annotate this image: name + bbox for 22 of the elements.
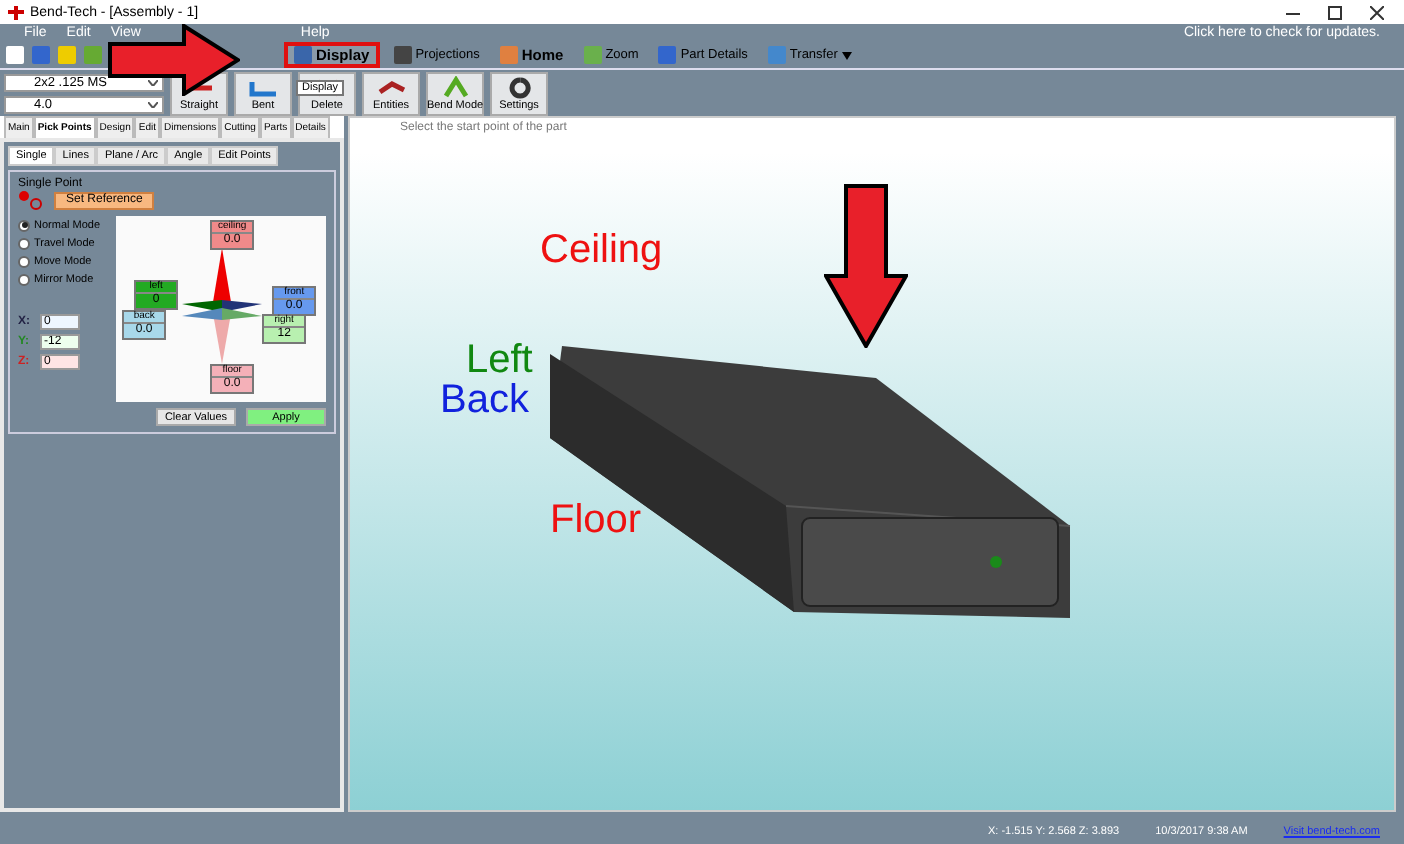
entities-icon	[375, 75, 407, 99]
app-logo-icon	[8, 5, 24, 19]
toolbar-icon	[767, 46, 786, 64]
caret-icon	[841, 51, 852, 59]
direction-label: Floor	[550, 498, 642, 544]
toolbar-icon	[583, 46, 602, 64]
right-arrow-icon	[108, 24, 240, 96]
points-icon	[18, 190, 42, 210]
toolbar-icon	[393, 46, 412, 64]
toolbar-icon	[294, 46, 312, 64]
direction-star-drawing	[182, 248, 263, 364]
bend-mode-icon	[439, 75, 471, 99]
direction-label: Left	[466, 338, 533, 383]
down-arrow-icon	[824, 184, 908, 348]
direction-label: Back	[440, 378, 529, 424]
close-button[interactable]	[1370, 5, 1384, 19]
toolbar-icon	[658, 46, 677, 64]
caret-icon	[148, 101, 158, 107]
caret-icon	[148, 79, 158, 85]
direction-label: Ceiling	[540, 228, 663, 274]
maximize-button[interactable]	[1328, 5, 1342, 19]
toolbar-icon	[499, 46, 518, 64]
